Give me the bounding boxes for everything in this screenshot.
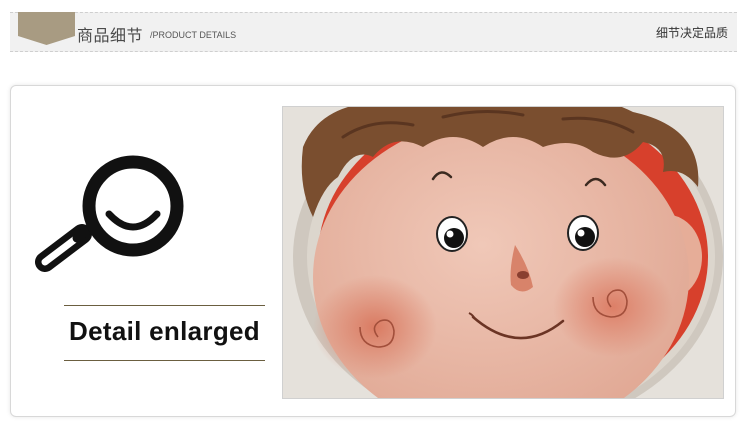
product-detail-image — [282, 106, 724, 399]
ribbon-tag-icon — [18, 12, 75, 45]
section-subtitle: /PRODUCT DETAILS — [150, 30, 237, 40]
divider-bottom — [64, 360, 265, 361]
divider-top — [64, 305, 265, 306]
detail-card: Detail enlarged — [10, 85, 736, 417]
magnifier-icon — [35, 155, 184, 272]
section-header: 商品细节 /PRODUCT DETAILS 细节决定品质 — [10, 12, 737, 52]
section-slogan: 细节决定品质 — [655, 26, 728, 40]
section-title: 商品细节 — [77, 26, 144, 45]
detail-enlarged-label: Detail enlarged — [69, 316, 260, 346]
